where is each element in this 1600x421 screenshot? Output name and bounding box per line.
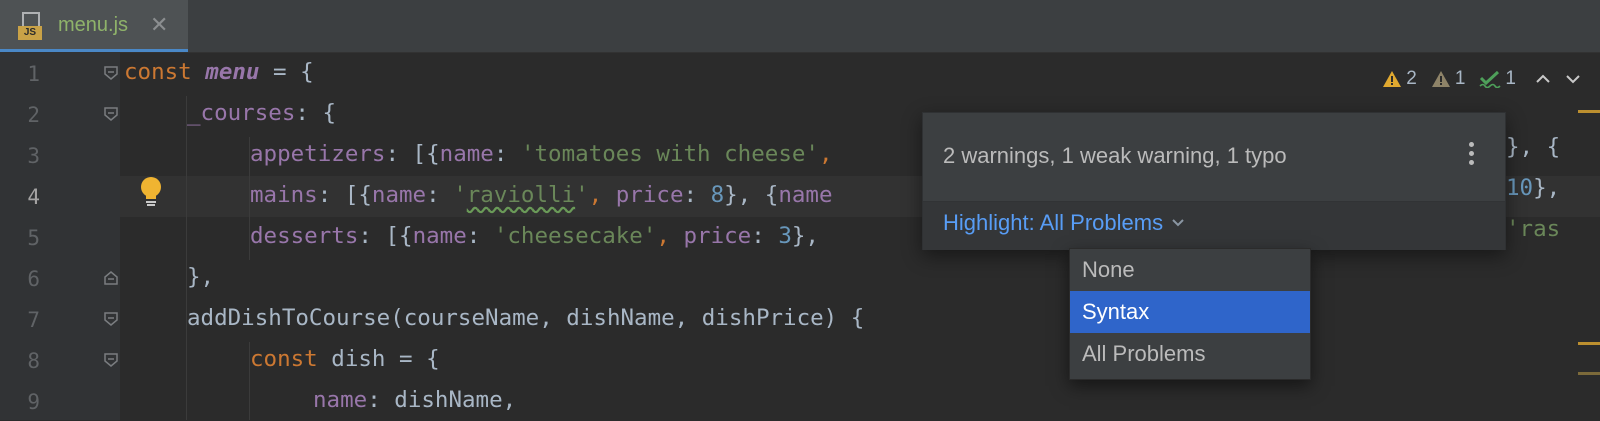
code-editor[interactable]: const menu = { _courses: { appetizers: [… [124,52,864,413]
highlight-level-label: Highlight: All Problems [943,210,1164,235]
code-line-9: name: dishName, [313,387,517,413]
scroll-warning-mark[interactable] [1578,110,1600,113]
line-number: 1 [27,62,40,86]
typo-highlight: raviolli [466,182,576,208]
fold-open-icon[interactable] [104,107,118,121]
line-number: 5 [27,226,40,250]
menu-item-syntax[interactable]: Syntax [1070,291,1310,333]
editor-tab-bar: JS menu.js ✕ [0,0,1600,53]
line-number: 7 [27,308,40,332]
warnings-counter[interactable]: 2 [1382,68,1417,90]
line-number: 4 [27,185,40,209]
popup-footer: Highlight: All Problems [923,201,1505,250]
warning-icon [1383,71,1402,87]
close-tab-icon[interactable]: ✕ [150,12,168,38]
weak-warnings-count: 1 [1454,68,1466,89]
line-number: 2 [27,103,40,127]
code-line-1: const menu = { [124,59,314,85]
line-number: 9 [27,390,40,414]
more-options-icon[interactable] [1467,139,1475,167]
problems-summary: 2 warnings, 1 weak warning, 1 typo [943,143,1287,168]
weak-warnings-counter[interactable]: 1 [1431,68,1466,90]
fold-open-icon[interactable] [104,66,118,80]
tab-menu-js[interactable]: JS menu.js ✕ [0,0,188,52]
fold-close-icon[interactable] [104,271,118,285]
code-line-7: addDishToCourse(courseName, dishName, di… [187,305,865,331]
fold-open-icon[interactable] [104,312,118,326]
code-line-8: const dish = { [250,346,440,372]
javascript-file-icon: JS [18,12,42,40]
code-line-4: mains: [{name: 'raviolli', price: 8}, {n… [250,182,833,208]
typos-count: 1 [1505,68,1516,89]
highlight-level-link[interactable]: Highlight: All Problems [943,210,1185,236]
code-line-5: desserts: [{name: 'cheesecake', price: 3… [250,223,833,249]
line-number: 8 [27,349,40,373]
warnings-count: 2 [1406,68,1417,89]
next-problem-button[interactable] [1560,68,1586,90]
tab-label: menu.js [58,14,129,36]
code-line-4-tail: 10}, [1506,175,1561,201]
menu-item-none[interactable]: None [1070,249,1310,291]
fold-open-icon[interactable] [104,353,118,367]
typo-check-icon [1479,70,1501,88]
highlight-level-menu: None Syntax All Problems [1069,248,1311,380]
inspection-widget: 2 1 1 [1382,62,1600,96]
chevron-down-icon [1172,219,1184,227]
scroll-warning-mark[interactable] [1578,342,1600,345]
typos-counter[interactable]: 1 [1479,68,1516,90]
line-number: 3 [27,144,40,168]
code-line-6: }, [187,264,215,290]
previous-problem-button[interactable] [1530,68,1556,90]
menu-item-all-problems[interactable]: All Problems [1070,333,1310,375]
code-line-2: _courses: { [187,100,337,126]
line-number: 6 [27,267,40,291]
weak-warning-icon [1431,71,1450,87]
problems-popup: 2 warnings, 1 weak warning, 1 typo Highl… [922,112,1506,250]
code-line-3: appetizers: [{name: 'tomatoes with chees… [250,141,833,167]
code-line-3-tail: }, { [1506,134,1561,160]
scroll-weak-warning-mark[interactable] [1578,372,1600,375]
code-line-5-tail: 'ras [1506,216,1561,242]
